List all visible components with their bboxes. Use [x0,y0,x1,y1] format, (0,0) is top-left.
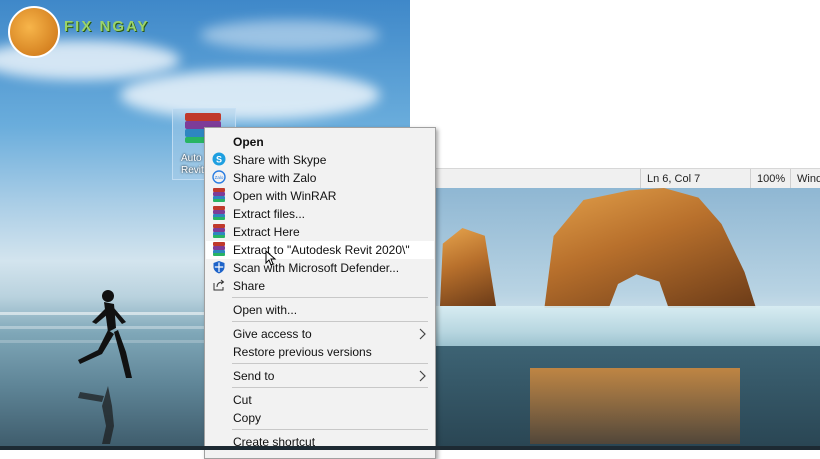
menu-item-open[interactable]: Open [206,133,434,151]
runner-silhouette [78,290,132,378]
winrar-icon [212,188,226,202]
beaver-mascot-icon [8,6,60,58]
menu-separator [232,297,428,298]
winrar-icon [212,206,226,220]
defender-shield-icon [213,261,225,274]
zalo-icon: Zalo [212,170,226,184]
zoom-level: 100% [750,169,785,189]
menu-separator [232,321,428,322]
runner-reflection [78,386,114,444]
menu-item-send-to[interactable]: Send to [206,367,434,385]
logo-text: FIX NGAY [64,18,150,35]
menu-item-restore-versions[interactable]: Restore previous versions [206,343,434,361]
file-label-line1: Auto [181,153,202,164]
rock-reflection [530,368,740,444]
cloud [120,70,380,120]
site-logo: FIX NGAY [8,6,178,58]
chevron-right-icon [419,370,426,382]
menu-item-open-winrar[interactable]: Open with WinRAR [206,187,434,205]
context-menu: Open S Share with Skype Zalo Share with … [204,127,436,459]
cursor-position: Ln 6, Col 7 [640,169,700,189]
menu-separator [232,429,428,430]
taskbar-edge [0,446,820,450]
svg-text:Zalo: Zalo [215,175,224,180]
winrar-icon [212,224,226,238]
menu-item-share[interactable]: Share [206,277,434,295]
menu-separator [232,387,428,388]
share-icon [213,279,225,291]
skype-icon: S [212,152,226,166]
menu-item-extract-to-folder[interactable]: Extract to "Autodesk Revit 2020\" [206,241,434,259]
cloud [200,20,380,50]
notepad-text-area[interactable] [410,0,820,168]
menu-item-cut[interactable]: Cut [206,391,434,409]
winrar-icon [212,242,226,256]
chevron-right-icon [419,328,426,340]
menu-item-open-with[interactable]: Open with... [206,301,434,319]
menu-item-extract-files[interactable]: Extract files... [206,205,434,223]
surf [434,306,820,346]
menu-item-share-zalo[interactable]: Zalo Share with Zalo [206,169,434,187]
line-ending: Wind [790,169,820,189]
mouse-cursor-icon [265,250,277,266]
notepad-status-bar: Ln 6, Col 7 100% Wind [410,168,820,190]
menu-item-give-access[interactable]: Give access to [206,325,434,343]
menu-separator [232,363,428,364]
menu-item-copy[interactable]: Copy [206,409,434,427]
svg-text:S: S [216,155,222,165]
menu-item-share-skype[interactable]: S Share with Skype [206,151,434,169]
menu-item-scan-defender[interactable]: Scan with Microsoft Defender... [206,259,434,277]
file-label-line2: Revit [181,165,204,176]
menu-item-extract-here[interactable]: Extract Here [206,223,434,241]
